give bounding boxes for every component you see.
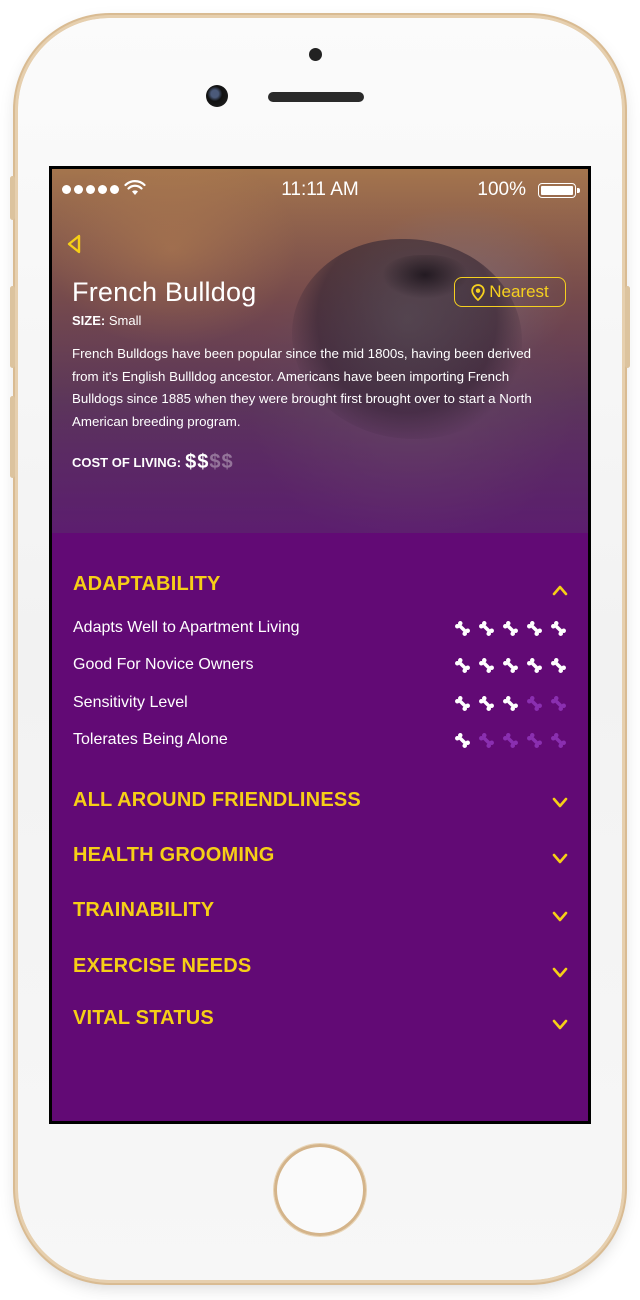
volume-down-button [10,396,15,478]
bone-icon-filled [500,655,521,676]
bone-icon-filled [452,693,473,714]
bone-icon-empty [500,730,521,751]
size-label: SIZE: [72,313,106,328]
battery-percentage: 100% [477,179,526,200]
bone-icon-empty [548,730,569,751]
bone-icon-empty [524,730,545,751]
chevron-left-icon[interactable] [64,233,86,255]
status-bar: 11:11 AM 100% [52,169,588,209]
nearest-button[interactable]: Nearest [454,277,566,307]
dollar-sign-filled: $ [197,451,210,473]
bone-icon-filled [452,618,473,639]
breed-description: French Bulldogs have been popular since … [72,346,532,430]
chevron-down-icon[interactable] [552,1017,568,1035]
chevron-up-icon[interactable] [552,583,568,601]
nearest-label: Nearest [489,282,549,301]
bone-icon-filled [548,618,569,639]
bone-icon-filled [476,655,497,676]
chevron-down-icon[interactable] [552,851,568,869]
volume-up-button [10,286,15,368]
trait-label: Tolerates Being Alone [73,731,228,748]
cost-label: COST OF LIVING: [72,455,182,470]
power-button [625,286,630,368]
dollar-sign-empty: $ [221,451,234,473]
bone-icon-filled [452,730,473,751]
bone-icon-filled [524,618,545,639]
home-button[interactable] [274,1144,366,1236]
front-camera [206,85,228,107]
battery-icon [538,183,580,198]
cost-rating: $$$$ [185,451,234,474]
bone-icon-filled [476,618,497,639]
bone-icon-filled [524,655,545,676]
section-header[interactable]: TRAINABILITY [73,899,214,922]
trait-rating [452,655,569,676]
bone-icon-filled [452,655,473,676]
chevron-down-icon[interactable] [552,795,568,813]
section-header[interactable]: HEALTH GROOMING [73,844,275,867]
breed-name: French Bulldog [72,277,257,307]
phone-screen: 11:11 AM 100% French Bulldog SIZE: Small… [49,166,591,1124]
chevron-down-icon[interactable] [552,909,568,927]
chevron-down-icon[interactable] [552,965,568,983]
trait-label: Adapts Well to Apartment Living [73,619,300,636]
cost-of-living: COST OF LIVING: $$$$ [72,451,234,474]
earpiece-speaker [268,92,364,102]
app-view: 11:11 AM 100% French Bulldog SIZE: Small… [52,169,588,1121]
front-sensor [309,48,322,61]
bone-icon-empty [524,693,545,714]
section-header[interactable]: EXERCISE NEEDS [73,955,251,978]
hero-image: 11:11 AM 100% French Bulldog SIZE: Small… [52,169,588,533]
bone-icon-empty [548,693,569,714]
section-header[interactable]: VITAL STATUS [73,1007,214,1030]
dollar-sign-empty: $ [209,451,222,473]
bone-icon-filled [500,693,521,714]
trait-label: Sensitivity Level [73,694,188,711]
bone-icon-filled [500,618,521,639]
section-header[interactable]: ALL AROUND FRIENDLINESS [73,789,361,812]
trait-label: Good For Novice Owners [73,656,254,673]
bone-icon-filled [476,693,497,714]
trait-rating [452,730,569,751]
bone-icon-empty [476,730,497,751]
bone-icon-filled [548,655,569,676]
dollar-sign-filled: $ [185,451,198,473]
trait-rating [452,618,569,639]
section-header[interactable]: ADAPTABILITY [73,573,221,596]
mute-switch [10,176,15,220]
trait-rating [452,693,569,714]
size-value: Small [108,313,142,328]
location-pin-icon [471,283,485,301]
breed-size: SIZE: Small [72,313,141,328]
